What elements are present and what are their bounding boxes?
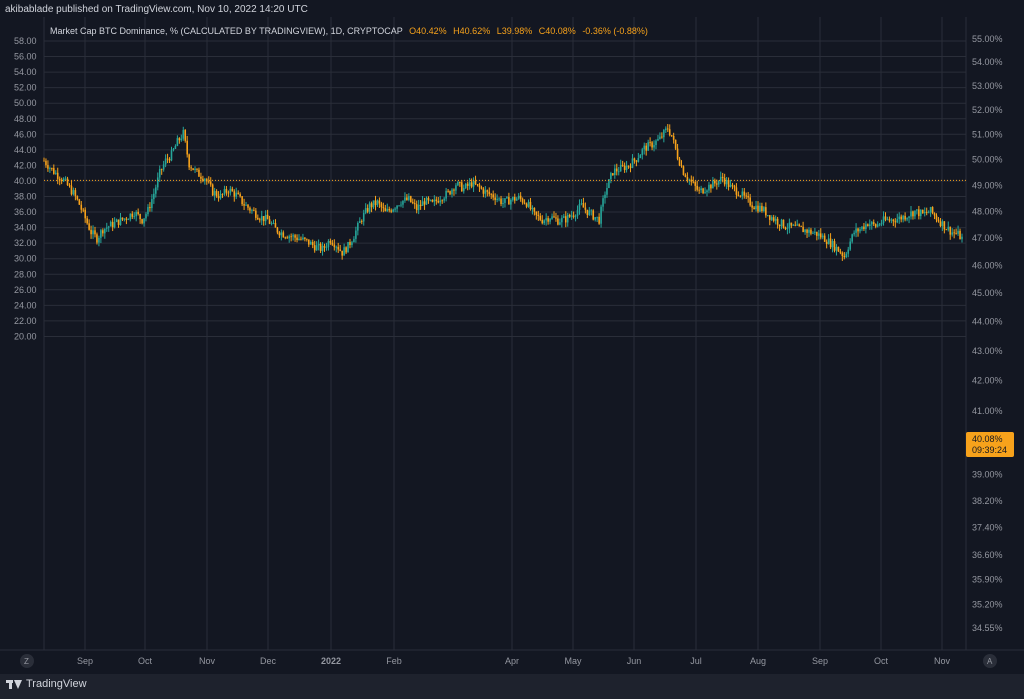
legend-low: L39.98% (497, 26, 533, 36)
right-tick-label: 52.00% (972, 105, 1003, 115)
right-tick-label: 53.00% (972, 81, 1003, 91)
tradingview-logo-icon (6, 678, 22, 690)
left-tick-label: 30.00 (14, 254, 37, 264)
right-tick-label: 51.00% (972, 130, 1003, 140)
left-tick-label: 48.00 (14, 114, 37, 124)
time-tick-label: Aug (750, 656, 766, 666)
candle (78, 198, 81, 205)
right-tick-label: 44.00% (972, 317, 1003, 327)
right-tick-label: 41.00% (972, 406, 1003, 416)
candle (931, 206, 934, 215)
zoom-button[interactable]: Z (20, 654, 34, 668)
left-tick-label: 36.00 (14, 207, 37, 217)
candle (682, 165, 685, 176)
right-tick-label: 48.00% (972, 206, 1003, 216)
candle (347, 241, 349, 253)
left-tick-label: 40.00 (14, 176, 37, 186)
left-tick-label: 46.00 (14, 129, 37, 139)
auto-button-label: A (987, 657, 993, 666)
legend-open: O40.42% (409, 26, 447, 36)
left-tick-label: 56.00 (14, 52, 37, 62)
brand-label: TradingView (26, 678, 87, 690)
candle (674, 139, 677, 151)
auto-scale-button[interactable]: A (983, 654, 997, 668)
time-tick-label: Feb (386, 656, 402, 666)
time-tick-label: Sep (812, 656, 828, 666)
right-tick-label: 54.00% (972, 57, 1003, 67)
time-tick-label: Dec (260, 656, 277, 666)
left-tick-label: 58.00 (14, 36, 37, 46)
footer-bar: TradingView (0, 674, 1024, 699)
legend-close: C40.08% (539, 26, 576, 36)
time-tick-label: May (564, 656, 582, 666)
time-tick-label: Oct (874, 656, 889, 666)
left-tick-label: 50.00 (14, 98, 37, 108)
left-tick-label: 20.00 (14, 331, 37, 341)
left-tick-label: 24.00 (14, 300, 37, 310)
time-tick-label: Oct (138, 656, 153, 666)
time-tick-label: Nov (199, 656, 216, 666)
right-tick-label: 38.20% (972, 496, 1003, 506)
time-tick-label: Apr (505, 656, 519, 666)
right-tick-label: 34.55% (972, 623, 1003, 633)
candle (184, 129, 187, 143)
legend-high: H40.62% (453, 26, 490, 36)
right-tick-label: 55.00% (972, 34, 1003, 44)
right-tick-label: 43.00% (972, 346, 1003, 356)
right-tick-label: 49.00% (972, 180, 1003, 190)
legend-change: -0.36% (-0.88%) (582, 26, 648, 36)
right-tick-label: 46.00% (972, 260, 1003, 270)
time-axis-ticks: Sep Oct Nov Dec 2022 Feb Apr May Jun Jul Aug Sep Oct… (77, 656, 951, 666)
candle (410, 195, 412, 203)
left-tick-label: 42.00 (14, 160, 37, 170)
right-tick-label: 47.00% (972, 233, 1003, 243)
right-tick-label: 37.40% (972, 523, 1003, 533)
price-tag: 40.08% 09:39:24 (966, 432, 1014, 457)
right-tick-label: 36.60% (972, 550, 1003, 560)
right-tick-label: 45.00% (972, 288, 1003, 298)
right-tick-label: 50.00% (972, 155, 1003, 165)
right-tick-label: 35.90% (972, 574, 1003, 584)
candle (782, 219, 785, 229)
left-tick-label: 44.00 (14, 145, 37, 155)
time-tick-label: Sep (77, 656, 93, 666)
left-tick-label: 38.00 (14, 192, 37, 202)
legend: Market Cap BTC Dominance, % (CALCULATED … (50, 26, 648, 36)
left-tick-label: 32.00 (14, 238, 37, 248)
chart-canvas[interactable]: 58.00 56.00 54.00 52.00 50.00 48.00 46.00 44.00… (0, 0, 1024, 674)
left-tick-label: 34.00 (14, 223, 37, 233)
right-tick-label: 39.00% (972, 470, 1003, 480)
left-tick-label: 28.00 (14, 269, 37, 279)
left-tick-label: 22.00 (14, 316, 37, 326)
price-tag-value: 40.08% (972, 434, 1003, 444)
chart-frame: akibablade published on TradingView.com,… (0, 0, 1024, 699)
tradingview-brand[interactable]: TradingView (6, 678, 87, 690)
right-tick-label: 42.00% (972, 376, 1003, 386)
candle (592, 209, 595, 221)
right-tick-label: 35.20% (972, 599, 1003, 609)
time-tick-label: Jul (690, 656, 702, 666)
left-tick-label: 52.00 (14, 83, 37, 93)
left-tick-label: 54.00 (14, 67, 37, 77)
time-tick-label: Nov (934, 656, 951, 666)
legend-title: Market Cap BTC Dominance, % (CALCULATED … (50, 26, 403, 36)
price-tag-countdown: 09:39:24 (972, 445, 1007, 455)
left-tick-label: 26.00 (14, 285, 37, 295)
time-tick-label: Jun (627, 656, 642, 666)
candle (211, 183, 214, 197)
candle (837, 246, 840, 252)
time-tick-label: 2022 (321, 656, 341, 666)
zoom-button-label: Z (24, 657, 29, 666)
